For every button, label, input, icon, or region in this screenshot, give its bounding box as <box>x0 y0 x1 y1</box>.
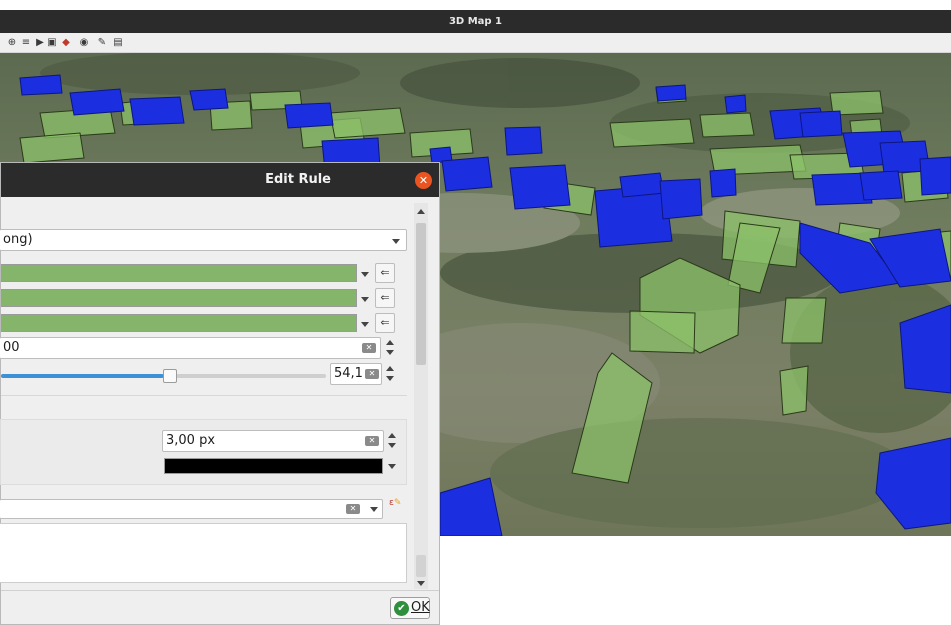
spin-up-icon[interactable] <box>386 340 394 345</box>
clear-icon[interactable]: ✕ <box>365 436 379 446</box>
section-divider <box>1 395 407 396</box>
opacity-row: 54,1 ✕ <box>0 363 405 393</box>
config-icon[interactable]: ▤ <box>112 36 124 49</box>
diffuse-color-button[interactable] <box>1 289 357 307</box>
spin-down-icon[interactable] <box>386 350 394 355</box>
dialog-titlebar[interactable]: Edit Rule ✕ <box>1 163 439 197</box>
shading-model-value: ong) <box>3 232 33 247</box>
screen: 3D Map 1 ⊕ ≡ ▶ ▣ ◆ ◉ ✎ ▤ Edit Rule ✕ ong… <box>0 0 951 625</box>
specular-color-button[interactable] <box>1 314 357 332</box>
chevron-down-icon <box>361 322 369 327</box>
chevron-down-icon <box>388 464 396 469</box>
diffuse-color-dropdown[interactable] <box>359 290 371 308</box>
play-icon[interactable]: ▶ <box>34 36 46 49</box>
scroll-up-icon[interactable] <box>417 209 425 214</box>
edge-width-spinbox[interactable]: 3,00 px ✕ <box>162 430 384 452</box>
chevron-down-icon <box>392 239 400 244</box>
edge-color-dropdown[interactable] <box>386 458 398 476</box>
edit-rule-dialog: Edit Rule ✕ ong) ⇐ ⇐ ⇐ 00 ✕ 54,1 ✕ 3,00 … <box>0 162 440 625</box>
shininess-spin-buttons[interactable] <box>385 337 395 359</box>
clear-icon[interactable]: ✕ <box>362 343 376 353</box>
edge-width-spin-buttons[interactable] <box>387 430 397 452</box>
edges-group: 3,00 px ✕ <box>0 419 407 485</box>
ok-button[interactable]: ✔ OK <box>390 597 430 619</box>
export-icon[interactable]: ▣ <box>46 36 58 49</box>
dialog-scrollbar[interactable] <box>414 203 428 589</box>
opacity-spinbox[interactable]: 54,1 ✕ <box>330 363 382 385</box>
spin-down-icon[interactable] <box>386 376 394 381</box>
specular-data-defined-button[interactable]: ⇐ <box>375 313 395 333</box>
chevron-down-icon <box>361 297 369 302</box>
shininess-spinbox[interactable]: 00 ✕ <box>0 337 381 359</box>
button-box-divider <box>1 590 439 591</box>
opacity-slider-track[interactable] <box>176 374 326 378</box>
layer-icon[interactable]: ◆ <box>60 36 72 49</box>
specular-color-dropdown[interactable] <box>359 315 371 333</box>
opacity-spin-buttons[interactable] <box>385 363 395 385</box>
map-window-titlebar[interactable]: 3D Map 1 <box>0 10 951 33</box>
measure-icon[interactable]: ✎ <box>96 36 108 49</box>
opacity-slider-handle[interactable] <box>163 369 177 383</box>
ok-button-label: OK <box>411 600 430 615</box>
ambient-color-dropdown[interactable] <box>359 265 371 283</box>
shading-model-combo[interactable]: ong) <box>0 229 407 251</box>
scroll-down-icon[interactable] <box>417 581 425 586</box>
zoom-icon[interactable]: ⊕ <box>6 36 18 49</box>
camera-icon[interactable]: ◉ <box>78 36 90 49</box>
edge-width-value: 3,00 px <box>166 433 216 448</box>
clear-icon[interactable]: ✕ <box>346 504 360 514</box>
data-defined-icon: ⇐ <box>380 266 390 279</box>
data-defined-icon: ⇐ <box>380 291 390 304</box>
opacity-value: 54,1 <box>334 366 363 381</box>
data-defined-icon: ⇐ <box>380 316 390 329</box>
scrollbar-thumb-lower[interactable] <box>416 555 426 577</box>
scrollbar-thumb[interactable] <box>416 223 426 365</box>
menu-icon[interactable]: ≡ <box>20 36 32 49</box>
opacity-slider-fill <box>1 374 164 378</box>
expression-builder-icon[interactable]: ε✎ <box>389 499 403 515</box>
spin-down-icon[interactable] <box>388 443 396 448</box>
filter-expression-combo[interactable]: ✕ <box>0 499 383 519</box>
diffuse-data-defined-button[interactable]: ⇐ <box>375 288 395 308</box>
pen-icon: ✎ <box>393 498 402 508</box>
shininess-value: 00 <box>3 340 20 355</box>
map-toolbar: ⊕ ≡ ▶ ▣ ◆ ◉ ✎ ▤ <box>0 33 951 53</box>
chevron-down-icon <box>370 507 378 512</box>
chevron-down-icon <box>361 272 369 277</box>
close-icon[interactable]: ✕ <box>415 172 432 189</box>
edge-color-button[interactable] <box>164 458 383 474</box>
dialog-body: ong) ⇐ ⇐ ⇐ 00 ✕ 54,1 ✕ 3,00 px ✕ ✕ ε✎ ✔ … <box>0 197 439 624</box>
ambient-color-button[interactable] <box>1 264 357 282</box>
description-textarea[interactable] <box>0 523 407 583</box>
spin-up-icon[interactable] <box>388 433 396 438</box>
dialog-title: Edit Rule <box>265 172 331 187</box>
ambient-data-defined-button[interactable]: ⇐ <box>375 263 395 283</box>
spin-up-icon[interactable] <box>386 366 394 371</box>
clear-icon[interactable]: ✕ <box>365 369 379 379</box>
check-icon: ✔ <box>394 601 409 616</box>
map-window-title: 3D Map 1 <box>448 16 503 27</box>
